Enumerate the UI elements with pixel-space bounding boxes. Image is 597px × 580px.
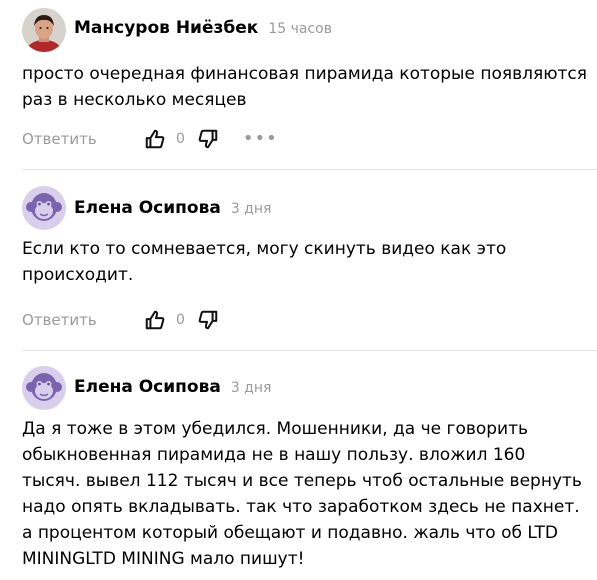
reply-button[interactable]: Ответить — [22, 311, 144, 329]
comment-time: 3 дня — [230, 380, 272, 396]
author-name[interactable]: Мансуров Ниёзбек 15 часов — [74, 18, 332, 38]
author-name-text: Елена Осипова — [74, 198, 221, 218]
like-icon[interactable] — [144, 309, 166, 331]
user-photo-avatar[interactable] — [22, 8, 66, 52]
comment-actions: Ответить 0 ••• — [22, 127, 278, 151]
dislike-icon[interactable] — [197, 309, 219, 331]
comment-text: Да я тоже в этом убедился. Мошенники, да… — [22, 419, 582, 569]
comment-time: 15 часов — [268, 21, 332, 37]
author-name[interactable]: Елена Осипова 3 дня — [74, 198, 271, 218]
user-photo-icon — [22, 8, 66, 52]
like-count: 0 — [176, 131, 185, 147]
author-name-text: Елена Осипова — [74, 377, 221, 397]
like-icon[interactable] — [144, 128, 166, 150]
author-name-text: Мансуров Ниёзбек — [74, 18, 259, 38]
comment-actions: Ответить 0 — [22, 308, 219, 332]
monkey-avatar-icon — [22, 366, 66, 410]
comment-text: просто очередная финансовая пирамида кот… — [22, 64, 587, 110]
dislike-icon[interactable] — [197, 128, 219, 150]
comment-text: Если кто то сомневается, могу скинуть ви… — [22, 239, 507, 285]
monkey-avatar-icon — [22, 186, 66, 230]
reply-button[interactable]: Ответить — [22, 130, 144, 148]
like-count: 0 — [176, 312, 185, 328]
comment-1: Мансуров Ниёзбек 15 часов просто очередна… — [0, 0, 597, 170]
comment-time: 3 дня — [230, 201, 272, 217]
more-options-icon[interactable]: ••• — [243, 130, 278, 148]
author-name[interactable]: Елена Осипова 3 дня — [74, 377, 271, 397]
comment-2: Елена Осипова 3 дня Если кто то сомневает… — [0, 170, 597, 351]
monkey-avatar[interactable] — [22, 186, 66, 230]
monkey-avatar[interactable] — [22, 366, 66, 410]
comment-3: Елена Осипова 3 дня Да я тоже в этом убед… — [0, 350, 597, 580]
